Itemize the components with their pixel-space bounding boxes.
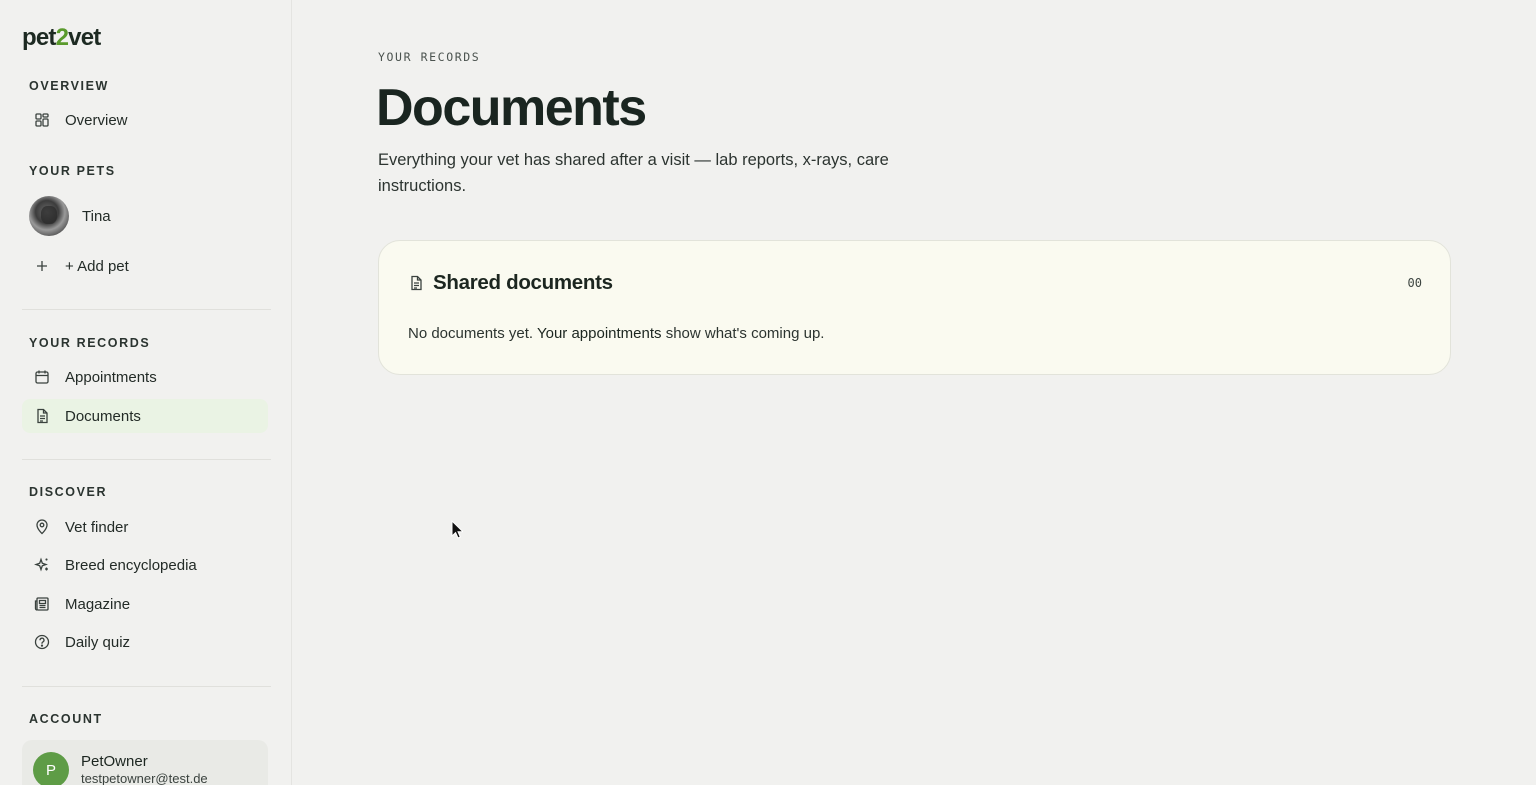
document-icon: [411, 275, 422, 291]
account-name: PetOwner: [81, 753, 148, 770]
card-header: Shared documents: [408, 271, 613, 295]
sidebar-item-breed-encyclopedia[interactable]: Breed encyclopedia: [22, 548, 268, 582]
page-subtitle: Everything your vet has shared after a v…: [378, 151, 889, 195]
sidebar-item-pet-tina[interactable]: Tina: [22, 194, 268, 238]
appointments-link[interactable]: Your appointments: [537, 325, 662, 342]
section-label-your-records: YOUR RECORDS: [29, 336, 151, 350]
section-label-your-pets: YOUR PETS: [29, 164, 116, 178]
pet-name: Tina: [82, 207, 111, 225]
sidebar-item-appointments[interactable]: Appointments: [22, 360, 268, 394]
sidebar-item-vet-finder[interactable]: Vet finder: [22, 510, 268, 544]
sidebar-item-label: Magazine: [65, 595, 131, 613]
help-circle-icon: [34, 634, 50, 650]
sidebar-item-label: Daily quiz: [65, 633, 131, 651]
account-email: testpetowner@test.de: [81, 771, 208, 785]
sidebar-item-magazine[interactable]: Magazine: [22, 587, 268, 621]
pet-avatar: [29, 196, 69, 236]
empty-message-suffix: show what's coming up.: [665, 325, 825, 342]
sidebar-divider: [22, 309, 271, 310]
grid-icon: [34, 112, 50, 128]
pet2vet-logo[interactable]: pet2vet: [22, 24, 101, 52]
sidebar-item-label: Vet finder: [65, 518, 129, 536]
section-label-discover: DISCOVER: [29, 485, 108, 499]
sidebar-item-label: Documents: [65, 407, 141, 425]
card-title: Shared documents: [433, 271, 613, 294]
logo-text-pet: pet: [22, 24, 56, 51]
sidebar-divider: [22, 686, 271, 687]
sidebar-item-label: Breed encyclopedia: [65, 556, 197, 574]
newspaper-icon: [34, 596, 50, 612]
cursor-icon: [451, 520, 463, 539]
shared-documents-card: Shared documents 00 No documents yet. Yo…: [378, 240, 1451, 375]
sidebar-item-overview[interactable]: Overview: [22, 103, 268, 137]
sidebar-divider: [22, 459, 271, 460]
section-label-overview: OVERVIEW: [29, 79, 109, 93]
sidebar-item-daily-quiz[interactable]: Daily quiz: [22, 625, 268, 659]
sidebar-item-label: Appointments: [65, 368, 157, 386]
add-pet-label: + Add pet: [65, 257, 129, 275]
breadcrumb: YOUR RECORDS: [378, 50, 481, 64]
account-info: PetOwner testpetowner@test.de: [81, 753, 208, 785]
sidebar-item-label: Overview: [65, 111, 128, 129]
plus-icon: [34, 258, 50, 274]
empty-state-text: No documents yet. Your appointments show…: [408, 325, 824, 342]
empty-message: No documents yet.: [408, 325, 534, 342]
document-count: 00: [1407, 276, 1422, 290]
document-icon: [34, 408, 50, 424]
calendar-icon: [34, 369, 50, 385]
account-card[interactable]: P PetOwner testpetowner@test.de: [22, 740, 268, 785]
add-pet-button[interactable]: + Add pet: [22, 249, 268, 283]
sidebar-item-documents[interactable]: Documents: [22, 399, 268, 433]
avatar: P: [33, 752, 69, 785]
page-title: Documents: [376, 79, 647, 137]
logo-text-2: 2: [55, 24, 69, 51]
sidebar: pet2vet OVERVIEW Overview YOUR PETS Tina…: [0, 0, 292, 785]
map-pin-icon: [34, 519, 50, 535]
sparkle-icon: [34, 557, 50, 573]
logo-text-vet: vet: [68, 24, 101, 51]
section-label-account: ACCOUNT: [29, 712, 103, 726]
